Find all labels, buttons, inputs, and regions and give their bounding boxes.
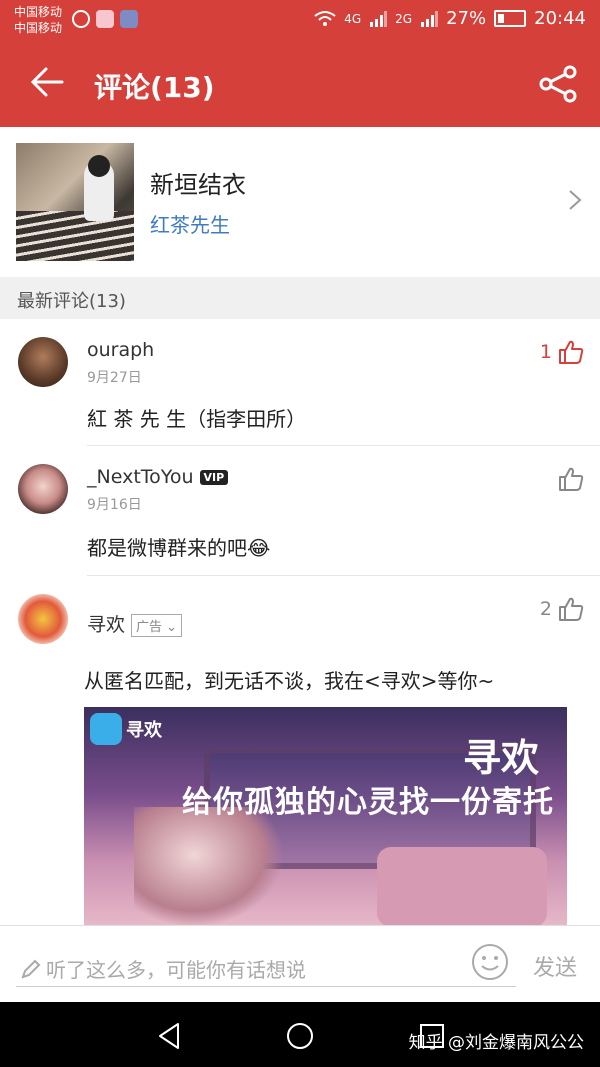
- section-header: 最新评论(13): [0, 277, 600, 319]
- ad-logo: 寻欢: [90, 713, 162, 745]
- article-title: 新垣结衣: [150, 171, 246, 199]
- battery-icon: [494, 10, 527, 27]
- ad-brand: 寻欢: [462, 736, 539, 780]
- like-count: 1: [539, 341, 552, 363]
- carrier-1: 中国移动: [14, 5, 63, 19]
- thumbs-up-icon: [559, 597, 584, 621]
- status-bar: 中国移动 中国移动 4G 2G 27% 20:44: [0, 0, 600, 42]
- ad-slogan: 给你孤独的心灵找一份寄托: [182, 785, 554, 820]
- article-card[interactable]: 新垣结衣 红茶先生: [0, 127, 600, 277]
- status-right: 4G 2G 27% 20:44: [314, 8, 586, 29]
- article-author[interactable]: 红茶先生: [150, 209, 230, 238]
- like-button[interactable]: [552, 466, 584, 492]
- chevron-down-icon: ⌄: [166, 620, 178, 635]
- comment-username-row[interactable]: _NextToYou VIP: [87, 466, 229, 488]
- signal-bars-2-icon: [421, 10, 439, 27]
- signal-bars-icon: [370, 10, 388, 27]
- arrow-left-icon[interactable]: [28, 62, 68, 102]
- shield-notify-icon: [120, 10, 138, 28]
- ad-tag[interactable]: 广告 ⌄: [131, 614, 183, 637]
- page-title: 评论(13): [94, 71, 215, 104]
- comment-item: _NextToYou VIP 9月16日 都是微博群来的吧😂: [0, 446, 600, 576]
- comment-text: 紅 茶 先 生（指李田所）: [87, 407, 307, 431]
- wifi-icon: [314, 10, 336, 26]
- avatar[interactable]: [18, 337, 68, 387]
- app-logo-icon: [90, 713, 122, 745]
- thumbs-up-icon: [559, 340, 584, 364]
- carrier-2: 中国移动: [14, 21, 63, 35]
- weibo-notify-icon: [72, 10, 90, 28]
- ad-banner[interactable]: 寻欢 寻欢 给你孤独的心灵找一份寄托: [84, 707, 567, 927]
- comment-text: 从匿名匹配，到无话不谈，我在<寻欢>等你~: [84, 669, 495, 693]
- avatar[interactable]: [18, 464, 68, 514]
- article-thumbnail: [16, 143, 134, 261]
- clock: 20:44: [534, 8, 586, 29]
- pencil-icon: [21, 959, 41, 979]
- vip-badge: VIP: [199, 470, 229, 485]
- comment-username: _NextToYou: [87, 466, 194, 488]
- comment-username-row[interactable]: 寻欢 广告 ⌄: [87, 610, 183, 637]
- watermark: 知乎 @刘金爆南风公公: [408, 1033, 584, 1053]
- like-count: 2: [539, 598, 552, 620]
- input-placeholder: 听了这么多，可能你有话想说: [46, 958, 306, 982]
- app-notify-icon: [96, 10, 114, 28]
- battery-percent: 27%: [446, 8, 487, 29]
- chevron-right-icon: [569, 190, 582, 210]
- nav-back-icon[interactable]: [150, 1016, 190, 1056]
- nav-home-icon[interactable]: [280, 1016, 320, 1056]
- notification-icons: [72, 10, 138, 28]
- comment-input-bar: 听了这么多，可能你有话想说 发送: [0, 925, 600, 1003]
- like-button[interactable]: 1: [540, 339, 584, 365]
- thumbs-up-icon: [559, 467, 584, 491]
- app-header: 评论(13): [0, 42, 600, 127]
- comment-date: 9月27日: [87, 370, 142, 386]
- comment-username: 寻欢: [87, 614, 126, 636]
- signal-4g: 4G: [344, 11, 362, 26]
- signal-2g: 2G: [395, 11, 413, 26]
- comment-text: 都是微博群来的吧😂: [87, 536, 271, 560]
- share-icon[interactable]: [538, 64, 578, 104]
- carrier-labels: 中国移动 中国移动: [14, 4, 62, 36]
- ad-logo-text: 寻欢: [126, 720, 162, 741]
- system-nav-bar: 知乎 @刘金爆南风公公: [0, 1002, 600, 1067]
- section-label: 最新评论(13): [17, 291, 126, 312]
- comment-date: 9月16日: [87, 497, 142, 513]
- emoji-icon[interactable]: [470, 942, 510, 982]
- comment-input[interactable]: 听了这么多，可能你有话想说: [16, 950, 516, 987]
- ad-tag-label: 广告: [136, 620, 163, 635]
- send-button[interactable]: 发送: [533, 950, 577, 982]
- like-button[interactable]: 2: [540, 596, 584, 622]
- comment-username[interactable]: ouraph: [87, 339, 154, 361]
- comment-item: ouraph 9月27日 紅 茶 先 生（指李田所） 1: [0, 319, 600, 446]
- avatar[interactable]: [18, 594, 68, 644]
